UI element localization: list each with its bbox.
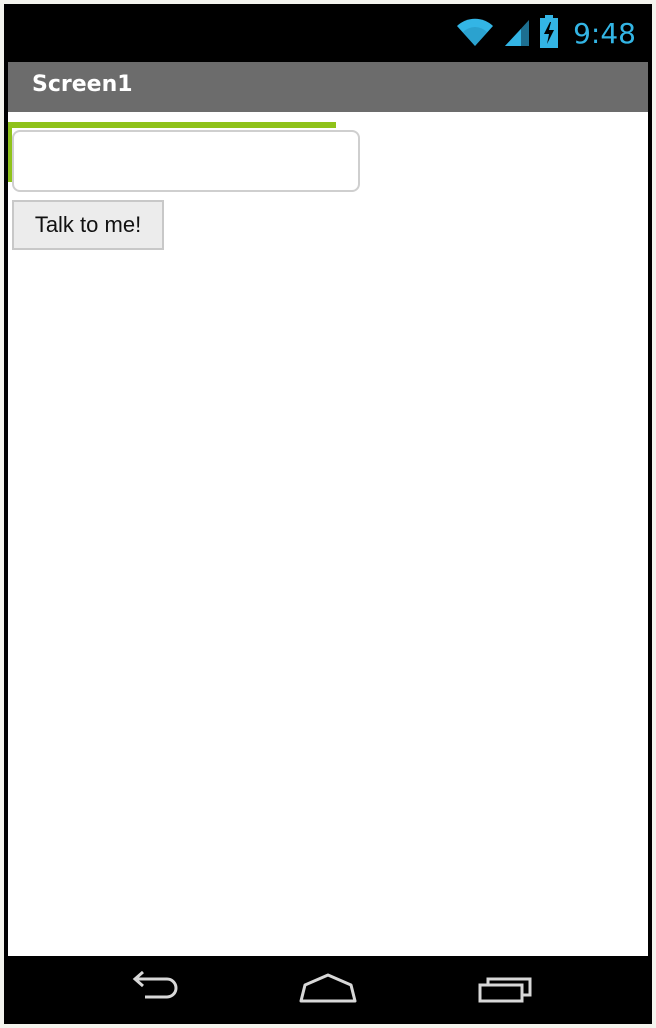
phone-frame: 9:48 Screen1 Talk to me! bbox=[4, 4, 652, 1024]
back-button[interactable] bbox=[121, 970, 185, 1010]
signal-icon bbox=[503, 16, 531, 53]
recent-apps-button[interactable] bbox=[474, 970, 538, 1010]
text-input[interactable] bbox=[12, 130, 360, 192]
nav-bar bbox=[4, 956, 652, 1024]
screen-title: Screen1 bbox=[32, 72, 133, 97]
status-icons: 9:48 bbox=[455, 14, 636, 54]
wifi-icon bbox=[455, 16, 495, 53]
screen-content: Talk to me! bbox=[8, 112, 648, 956]
talk-to-me-button[interactable]: Talk to me! bbox=[12, 200, 164, 250]
status-clock: 9:48 bbox=[573, 17, 636, 50]
status-bar: 9:48 bbox=[4, 4, 652, 62]
home-button[interactable] bbox=[296, 970, 360, 1010]
title-bar: Screen1 bbox=[8, 62, 648, 112]
recent-apps-icon bbox=[476, 971, 536, 1010]
focus-highlight bbox=[8, 122, 336, 128]
home-icon bbox=[297, 971, 359, 1010]
battery-charging-icon bbox=[539, 14, 559, 54]
back-icon bbox=[123, 970, 183, 1010]
